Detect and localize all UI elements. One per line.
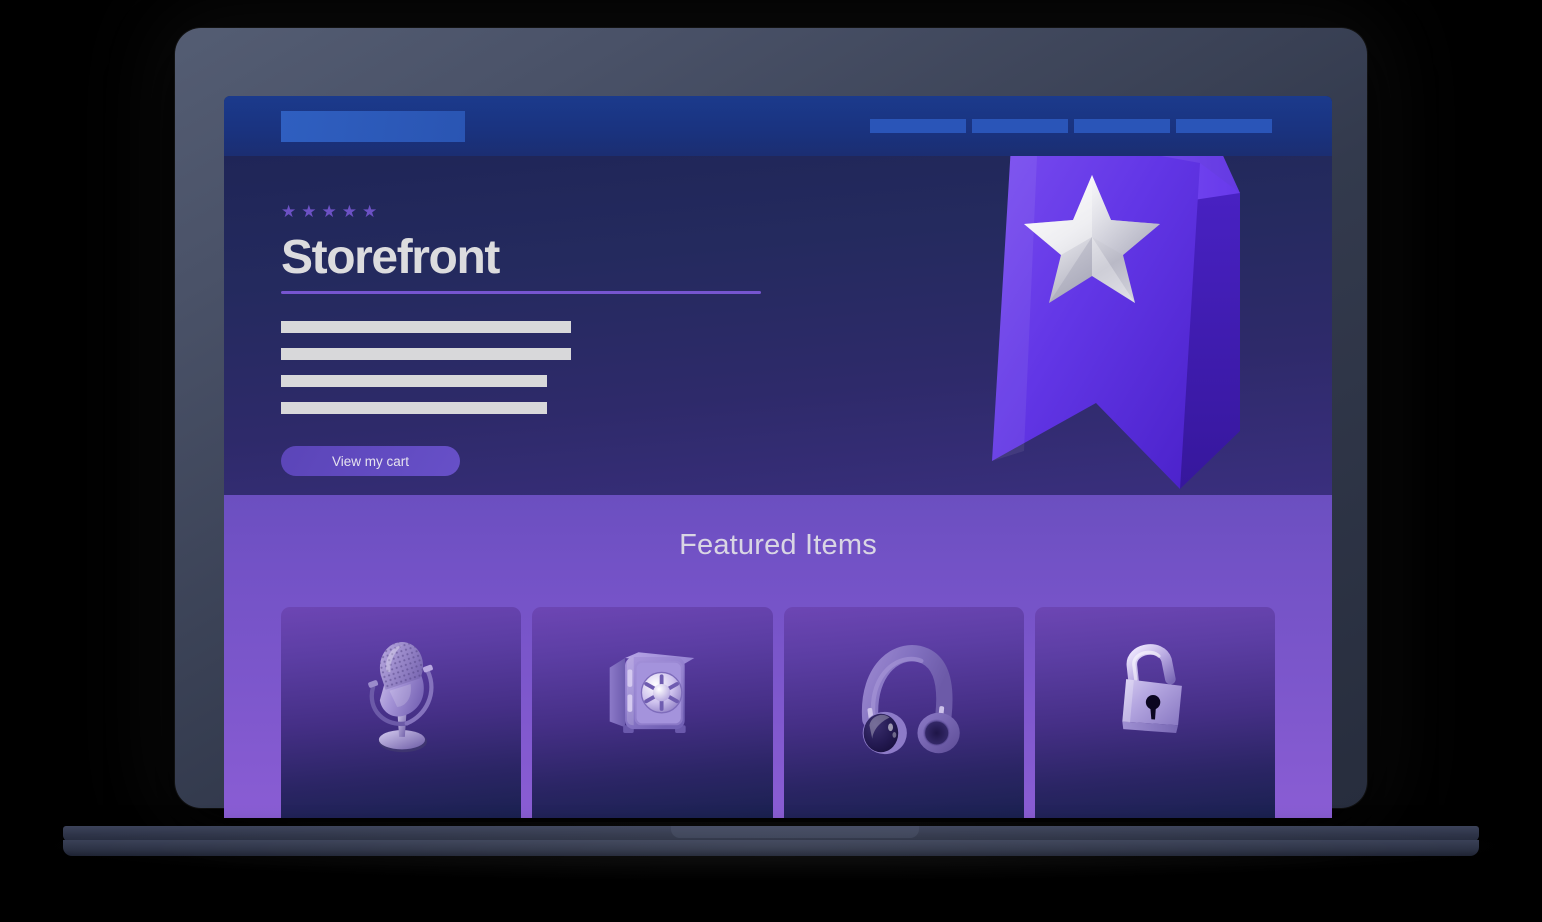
padlock-3d-icon bbox=[1122, 644, 1182, 733]
featured-section: Featured Items bbox=[224, 495, 1332, 818]
featured-card-safe[interactable] bbox=[532, 607, 773, 818]
view-cart-button[interactable]: View my cart bbox=[281, 446, 460, 477]
site-logo-placeholder[interactable] bbox=[281, 110, 465, 142]
headphones-3d-icon bbox=[861, 645, 960, 755]
featured-card-padlock[interactable] bbox=[1034, 607, 1275, 818]
nav-links bbox=[870, 119, 1272, 133]
star-icon: ★ bbox=[281, 202, 297, 221]
page-title: Storefront bbox=[281, 231, 500, 284]
featured-cards bbox=[281, 607, 1275, 818]
microphone-3d-icon bbox=[368, 642, 434, 753]
text-line bbox=[281, 321, 571, 334]
star-icon: ★ bbox=[301, 202, 317, 221]
canvas: ★ ★ ★ ★ ★ Storefront View my cart Featur… bbox=[0, 0, 1542, 922]
title-underline bbox=[281, 291, 761, 295]
safe-vault-3d-icon bbox=[610, 652, 695, 733]
featured-card-microphone[interactable] bbox=[281, 607, 522, 818]
star-icon: ★ bbox=[362, 202, 378, 221]
laptop-base-bottom bbox=[63, 840, 1479, 856]
text-line bbox=[281, 348, 571, 361]
laptop-screen: ★ ★ ★ ★ ★ Storefront View my cart Featur… bbox=[224, 96, 1332, 818]
laptop-base-notch bbox=[671, 826, 919, 838]
nav-link-2[interactable] bbox=[972, 119, 1068, 133]
star-rating: ★ ★ ★ ★ ★ bbox=[281, 203, 981, 220]
hero-copy: ★ ★ ★ ★ ★ Storefront View my cart bbox=[281, 203, 981, 477]
site-navbar bbox=[224, 96, 1332, 156]
nav-link-4[interactable] bbox=[1176, 119, 1272, 133]
text-line bbox=[281, 402, 547, 415]
star-icon: ★ bbox=[341, 202, 357, 221]
text-line bbox=[281, 375, 547, 388]
featured-heading: Featured Items bbox=[679, 529, 877, 561]
nav-link-1[interactable] bbox=[870, 119, 966, 133]
hero-section: ★ ★ ★ ★ ★ Storefront View my cart bbox=[224, 156, 1332, 495]
nav-link-3[interactable] bbox=[1074, 119, 1170, 133]
laptop-mockup: ★ ★ ★ ★ ★ Storefront View my cart Featur… bbox=[25, 28, 1525, 882]
body-placeholder bbox=[281, 321, 981, 415]
featured-card-headphones[interactable] bbox=[783, 607, 1024, 818]
star-icon: ★ bbox=[321, 202, 337, 221]
